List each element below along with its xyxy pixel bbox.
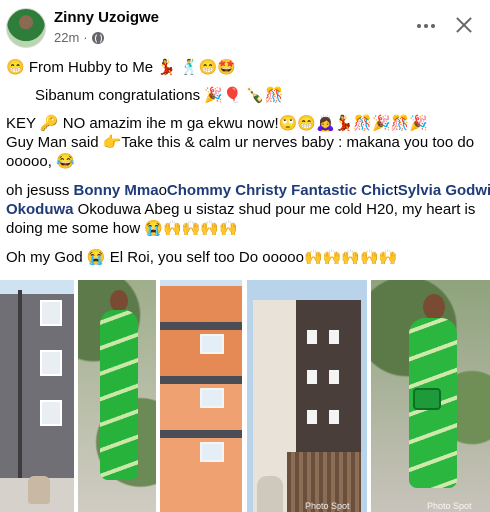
post-line-2: Sibanum congratulations 🎉🎈 🍾🎊 [35,87,284,104]
close-button[interactable] [452,13,476,37]
more-options-button[interactable] [412,14,440,38]
mention-chommy[interactable]: Chommy Christy Fantastic Chic [167,182,394,199]
handbag [413,388,441,410]
more-options-icon [417,24,421,28]
photo-woman-green-dress[interactable] [78,280,156,512]
post-meta: 22m · [54,30,104,45]
photo-caption-left: Photo Spot [305,501,350,511]
photo-building-side[interactable] [0,280,74,512]
post-line-8: doing me some how 😭🙌🙌🙌🙌 [6,220,238,237]
globe-icon [91,31,104,44]
post-line-3: KEY 🔑 NO amazim ihe m ga ekwu now!🙄😁🙇‍♀️… [6,115,429,132]
post-header: Zinny Uzoigwe 22m · [0,0,490,56]
post-line-4: Guy Man said 👉Take this & calm ur nerves… [6,134,475,151]
post-line-6: oh jesuss Bonny MmaoChommy Christy Fanta… [6,181,490,200]
author-avatar[interactable] [6,8,46,48]
photo-woman-with-bag[interactable]: Photo Spot [371,280,490,512]
mention-okoduwa[interactable]: Okoduwa [6,201,74,218]
photo-apartment-block[interactable]: Photo Spot [247,280,367,512]
post-line-1: 😁 From Hubby to Me 💃 🕺😁🤩 [6,59,237,76]
mention-bonny[interactable]: Bonny Mma [74,182,159,199]
photo-orange-building[interactable] [160,280,242,512]
post-timestamp[interactable]: 22m [54,30,79,45]
post-line-7: Okoduwa Okoduwa Abeg u sistaz shud pour … [6,201,476,218]
post-line-9: Oh my God 😭 El Roi, you self too Do oooo… [6,249,398,266]
post-line-5: ooooo, 😂 [6,153,75,170]
photo-caption-right: Photo Spot [427,501,472,511]
mention-sylvia[interactable]: Sylvia Godwin [398,182,490,199]
photo-grid: Photo Spot Photo Spot [0,280,490,512]
author-name[interactable]: Zinny Uzoigwe [54,9,159,26]
